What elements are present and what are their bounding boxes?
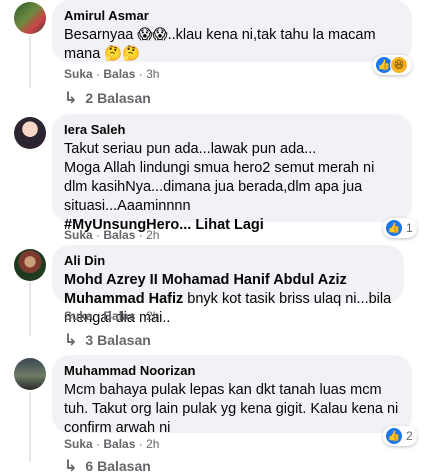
like-link[interactable]: Suka: [64, 437, 93, 451]
comment-actions: Suka · Balas · 2h: [64, 309, 160, 323]
comment-text: Besarnyaa 😱😱..klau kena ni,tak tahu la m…: [64, 27, 376, 62]
comment-actions: Suka · Balas · 3h: [64, 67, 160, 81]
comment-actions: Suka · Balas · 2h: [64, 437, 160, 451]
comment-actions: Suka · Balas · 2h: [64, 228, 160, 242]
avatar[interactable]: [14, 249, 46, 281]
comment-author[interactable]: Amirul Asmar: [64, 8, 400, 24]
comment-author[interactable]: Muhammad Noorizan: [64, 363, 400, 379]
reaction-count: 2: [406, 429, 413, 443]
view-replies-link[interactable]: ↳ 2 Balasan: [64, 88, 151, 108]
avatar[interactable]: [14, 358, 46, 390]
comment-author[interactable]: Ali Din: [64, 253, 392, 269]
comment-bubble: Muhammad Noorizan Mcm bahaya pulak lepas…: [52, 355, 412, 436]
comment-bubble: Ali Din Mohd Azrey II Mohamad Hanif Abdu…: [52, 245, 404, 326]
replies-count: 2 Balasan: [85, 90, 151, 106]
reply-arrow-icon: ↳: [64, 90, 78, 107]
comment-time[interactable]: 2h: [146, 437, 159, 451]
reactions-summary[interactable]: 👍 😆: [373, 55, 412, 75]
comment-bubble: Iera Saleh Takut seriau pun ada...lawak …: [52, 114, 412, 233]
haha-icon: 😆: [390, 56, 408, 74]
reply-arrow-icon: ↳: [64, 332, 78, 349]
reaction-count: 1: [406, 221, 413, 235]
avatar[interactable]: [14, 2, 46, 34]
comment-bubble: Amirul Asmar Besarnyaa 😱😱..klau kena ni,…: [52, 0, 412, 62]
reply-arrow-icon: ↳: [64, 458, 78, 475]
view-replies-link[interactable]: ↳ 3 Balasan: [64, 330, 151, 350]
avatar[interactable]: [14, 117, 46, 149]
replies-count: 6 Balasan: [85, 458, 151, 474]
thread-line: [29, 282, 31, 336]
reply-link[interactable]: Balas: [103, 228, 135, 242]
like-link[interactable]: Suka: [64, 228, 93, 242]
comment-author[interactable]: Iera Saleh: [64, 122, 400, 138]
like-link[interactable]: Suka: [64, 309, 93, 323]
like-link[interactable]: Suka: [64, 67, 93, 81]
thread-line: [29, 392, 31, 462]
comment-time[interactable]: 2h: [146, 309, 159, 323]
replies-count: 3 Balasan: [85, 332, 151, 348]
reactions-summary[interactable]: 👍 1: [383, 218, 417, 238]
comment-text: Takut seriau pun ada...lawak pun ada... …: [64, 141, 375, 214]
comment-thread: Amirul Asmar Besarnyaa 😱😱..klau kena ni,…: [0, 0, 442, 476]
comment-time[interactable]: 2h: [146, 228, 159, 242]
comment-text: Mcm bahaya pulak lepas kan dkt tanah lua…: [64, 382, 399, 436]
reply-link[interactable]: Balas: [103, 437, 135, 451]
reply-link[interactable]: Balas: [103, 309, 135, 323]
reply-link[interactable]: Balas: [103, 67, 135, 81]
reactions-summary[interactable]: 👍 2: [383, 426, 417, 446]
like-icon: 👍: [385, 427, 403, 445]
thread-line: [29, 36, 31, 88]
like-icon: 👍: [385, 219, 403, 237]
comment-time[interactable]: 3h: [146, 67, 159, 81]
view-replies-link[interactable]: ↳ 6 Balasan: [64, 456, 151, 476]
